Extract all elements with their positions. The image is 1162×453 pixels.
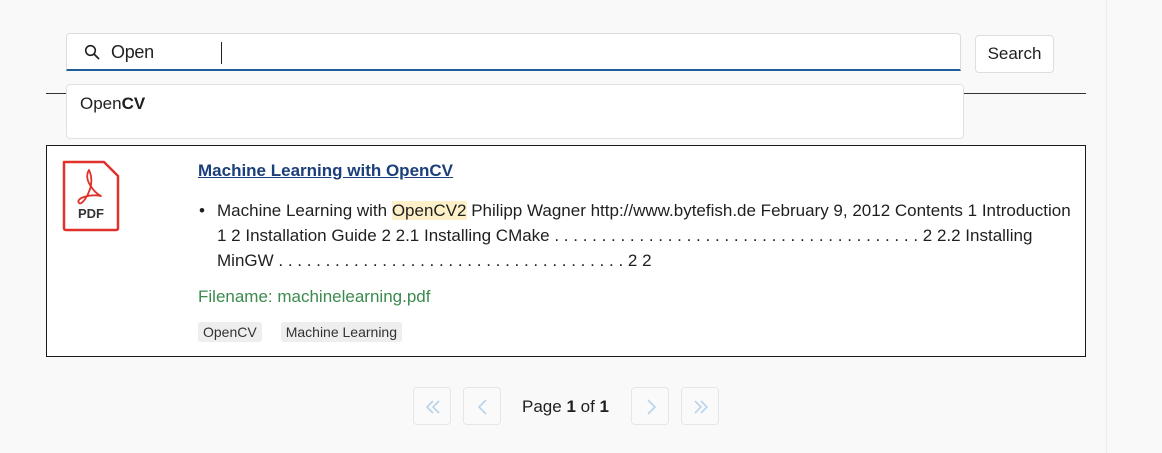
suggestion-item[interactable]: OpenCV xyxy=(80,94,145,114)
search-icon xyxy=(84,44,100,60)
right-gutter xyxy=(1106,0,1162,453)
snippet-text-before: Machine Learning with xyxy=(217,201,392,220)
chevron-right-icon xyxy=(647,399,657,415)
autocomplete-dropdown: OpenCV xyxy=(66,84,964,139)
result-title-link[interactable]: Machine Learning with OpenCV xyxy=(198,161,453,181)
page-prefix: Page xyxy=(522,397,567,416)
pdf-file-icon: PDF xyxy=(62,160,120,232)
total-pages: 1 xyxy=(599,397,609,416)
first-page-button[interactable] xyxy=(413,387,451,425)
double-chevron-left-icon xyxy=(425,400,440,414)
search-button[interactable]: Search xyxy=(975,35,1054,73)
previous-page-button[interactable] xyxy=(463,387,501,425)
result-card: PDF Machine Learning with OpenCV • Machin… xyxy=(46,145,1086,357)
suggestion-prefix: Open xyxy=(80,94,122,113)
chevron-left-icon xyxy=(477,399,487,415)
page-indicator: Page 1 of 1 xyxy=(522,397,609,417)
snippet-list: • Machine Learning with OpenCV2 Philipp W… xyxy=(199,198,1077,273)
snippet-highlight: OpenCV2 xyxy=(391,201,467,220)
tag-list: OpenCV Machine Learning xyxy=(198,322,402,342)
bullet: • xyxy=(199,201,205,220)
text-caret xyxy=(221,42,222,64)
tag-chip[interactable]: Machine Learning xyxy=(280,322,402,342)
search-input[interactable] xyxy=(111,40,931,64)
last-page-button[interactable] xyxy=(681,387,719,425)
result-filename: Filename: machinelearning.pdf xyxy=(198,287,431,306)
snippet-item: • Machine Learning with OpenCV2 Philipp W… xyxy=(199,198,1077,273)
page-of: of xyxy=(575,397,600,416)
tag-chip[interactable]: OpenCV xyxy=(198,322,262,342)
suggestion-match: CV xyxy=(121,94,146,113)
next-page-button[interactable] xyxy=(631,387,669,425)
pdf-label: PDF xyxy=(78,206,104,221)
current-page: 1 xyxy=(566,397,576,416)
search-box[interactable] xyxy=(66,33,961,71)
double-chevron-right-icon xyxy=(694,400,709,414)
search-results-page: Search OpenCV PDF Machine Learning with … xyxy=(0,0,1162,453)
